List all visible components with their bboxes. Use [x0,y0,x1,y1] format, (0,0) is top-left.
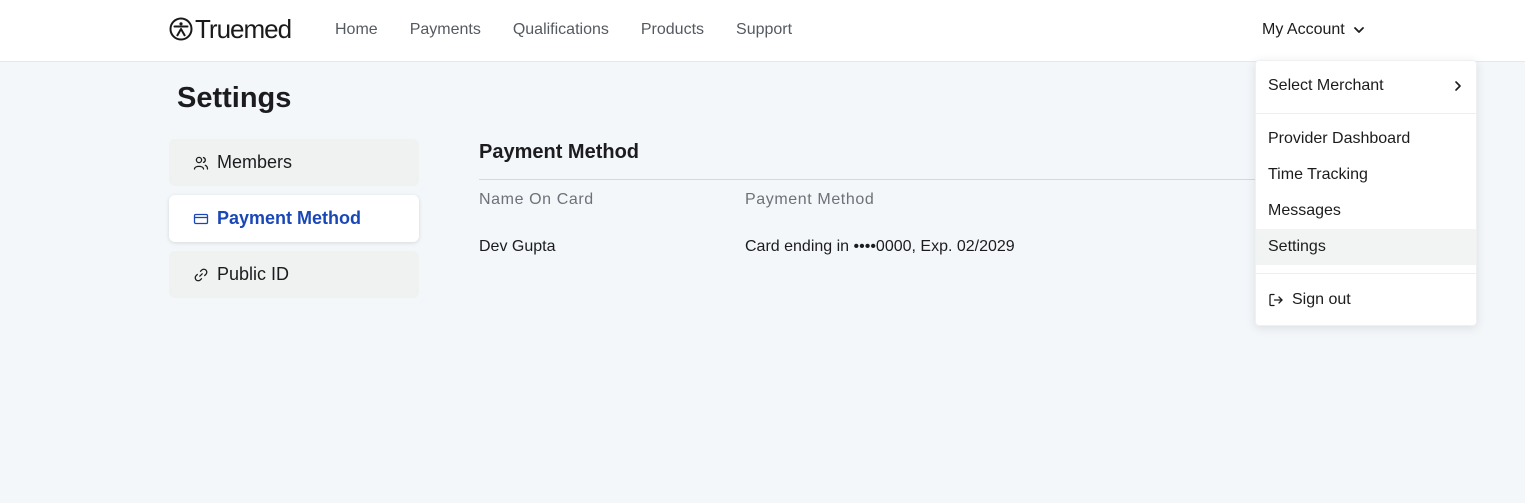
menu-item-label: Messages [1268,202,1341,219]
menu-item-select-merchant[interactable]: Select Merchant [1256,68,1476,104]
sidebar-item-public-id[interactable]: Public ID [169,251,419,298]
menu-item-label: Select Merchant [1268,77,1384,94]
top-navigation-bar: Truemed Home Payments Qualifications Pro… [0,0,1525,62]
brand-name: Truemed [195,14,292,44]
sidebar-item-members[interactable]: Members [169,139,419,186]
menu-item-settings[interactable]: Settings [1256,229,1476,265]
nav-qualifications[interactable]: Qualifications [513,20,609,40]
page-title: Settings [177,82,292,114]
nav-home[interactable]: Home [335,20,378,40]
menu-item-time-tracking[interactable]: Time Tracking [1256,157,1476,193]
cell-name-on-card: Dev Gupta [479,238,556,255]
section-title: Payment Method [479,141,640,163]
chevron-down-icon [1353,27,1364,33]
members-icon [193,156,209,170]
my-account-menu-button[interactable]: My Account [1262,20,1365,40]
menu-item-label: Settings [1268,238,1326,255]
cell-payment-method: Card ending in ••••0000, Exp. 02/2029 [745,238,1015,255]
account-dropdown-menu: Select Merchant Provider Dashboard Time … [1255,60,1477,326]
credit-card-icon [193,213,209,224]
nav-payments[interactable]: Payments [410,20,481,40]
sidebar-item-payment-method[interactable]: Payment Method [169,195,419,242]
menu-item-sign-out[interactable]: Sign out [1256,282,1476,318]
menu-divider [1256,273,1476,274]
column-header-name-on-card: Name On Card [479,191,594,208]
menu-divider [1256,113,1476,114]
sidebar-item-label: Payment Method [217,208,362,228]
sign-out-icon [1269,293,1283,307]
menu-item-messages[interactable]: Messages [1256,193,1476,229]
column-header-payment-method: Payment Method [745,191,875,208]
nav-support[interactable]: Support [736,20,792,40]
my-account-label: My Account [1262,21,1345,38]
menu-item-provider-dashboard[interactable]: Provider Dashboard [1256,121,1476,157]
settings-sidebar: Members Payment Method Public ID [169,139,419,307]
menu-item-label: Time Tracking [1268,166,1368,183]
truemed-logo[interactable]: Truemed [169,14,292,44]
truemed-logo-icon [169,17,193,41]
section-divider [479,179,1279,180]
link-icon [194,268,208,281]
sidebar-item-label: Public ID [217,264,290,284]
menu-item-label: Sign out [1292,291,1351,308]
nav-products[interactable]: Products [641,20,704,40]
main-nav: Home Payments Qualifications Products Su… [335,20,824,40]
chevron-right-icon [1455,81,1461,91]
sidebar-item-label: Members [217,152,293,172]
menu-item-label: Provider Dashboard [1268,130,1411,147]
